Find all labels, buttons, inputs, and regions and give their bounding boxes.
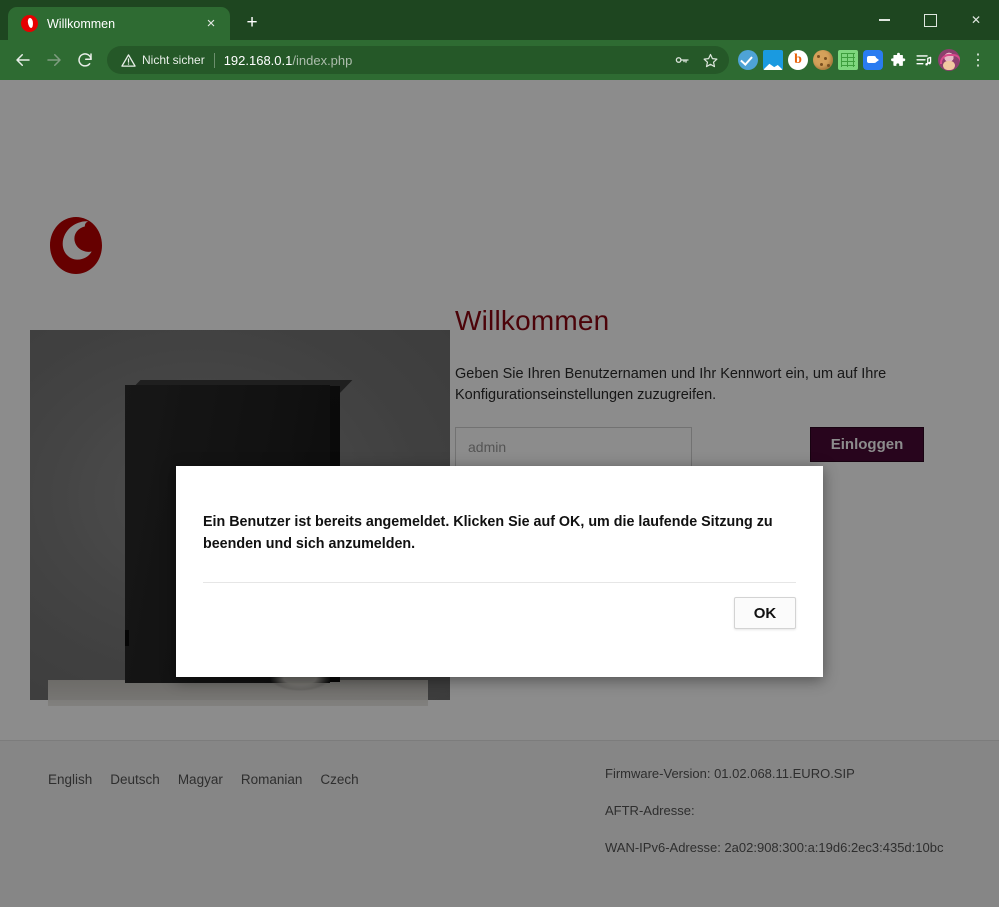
omnibox-actions xyxy=(669,47,723,73)
password-key-icon[interactable] xyxy=(669,47,695,73)
video-camera-extension-icon[interactable] xyxy=(863,50,883,70)
browser-titlebar: Willkommen × + ✕ xyxy=(0,0,999,40)
page-viewport: Willkommen Geben Sie Ihren Benutzernamen… xyxy=(0,80,999,907)
omnibox-divider xyxy=(213,52,215,68)
tab-strip: Willkommen × + xyxy=(0,0,266,40)
dialog-ok-button[interactable]: OK xyxy=(734,597,796,629)
vodafone-favicon-icon xyxy=(21,15,38,32)
close-tab-icon[interactable]: × xyxy=(201,14,221,34)
security-status-label: Nicht sicher xyxy=(142,53,205,67)
browser-tab[interactable]: Willkommen × xyxy=(8,7,230,40)
back-arrow-icon[interactable] xyxy=(8,45,38,75)
new-tab-button[interactable]: + xyxy=(238,9,266,37)
puzzle-extensions-icon[interactable] xyxy=(888,50,908,70)
reload-icon[interactable] xyxy=(70,45,100,75)
tab-title: Willkommen xyxy=(47,16,116,31)
url-host: 192.168.0.1 xyxy=(223,52,293,68)
address-bar[interactable]: Nicht sicher 192.168.0.1/index.php xyxy=(107,46,729,74)
profile-avatar[interactable] xyxy=(938,49,960,71)
checkmark-extension-icon[interactable] xyxy=(738,50,758,70)
reading-list-icon[interactable] xyxy=(913,50,933,70)
maximize-window-button[interactable] xyxy=(907,4,953,36)
dialog-divider xyxy=(203,582,796,583)
forward-arrow-icon[interactable] xyxy=(39,45,69,75)
not-secure-warning-icon xyxy=(121,53,136,68)
chrome-menu-icon[interactable]: ⋮ xyxy=(965,47,991,73)
session-conflict-dialog: Ein Benutzer ist bereits angemeldet. Kli… xyxy=(176,466,823,677)
dialog-message: Ein Benutzer ist bereits angemeldet. Kli… xyxy=(203,514,773,552)
sheet-extension-icon[interactable] xyxy=(838,50,858,70)
browser-window: Willkommen × + ✕ Nicht sicher 192.168.0.… xyxy=(0,0,999,907)
close-window-button[interactable]: ✕ xyxy=(953,4,999,36)
image-extension-icon[interactable] xyxy=(763,50,783,70)
browser-toolbar: Nicht sicher 192.168.0.1/index.php b ⋮ xyxy=(0,40,999,80)
window-controls: ✕ xyxy=(861,0,999,40)
bitwarden-extension-icon[interactable]: b xyxy=(788,50,808,70)
bookmark-star-icon[interactable] xyxy=(697,47,723,73)
url-path: /index.php xyxy=(292,52,353,68)
url-text: 192.168.0.1/index.php xyxy=(224,53,353,68)
cookie-extension-icon[interactable] xyxy=(813,50,833,70)
minimize-window-button[interactable] xyxy=(861,4,907,36)
extension-icons: b ⋮ xyxy=(738,47,991,73)
